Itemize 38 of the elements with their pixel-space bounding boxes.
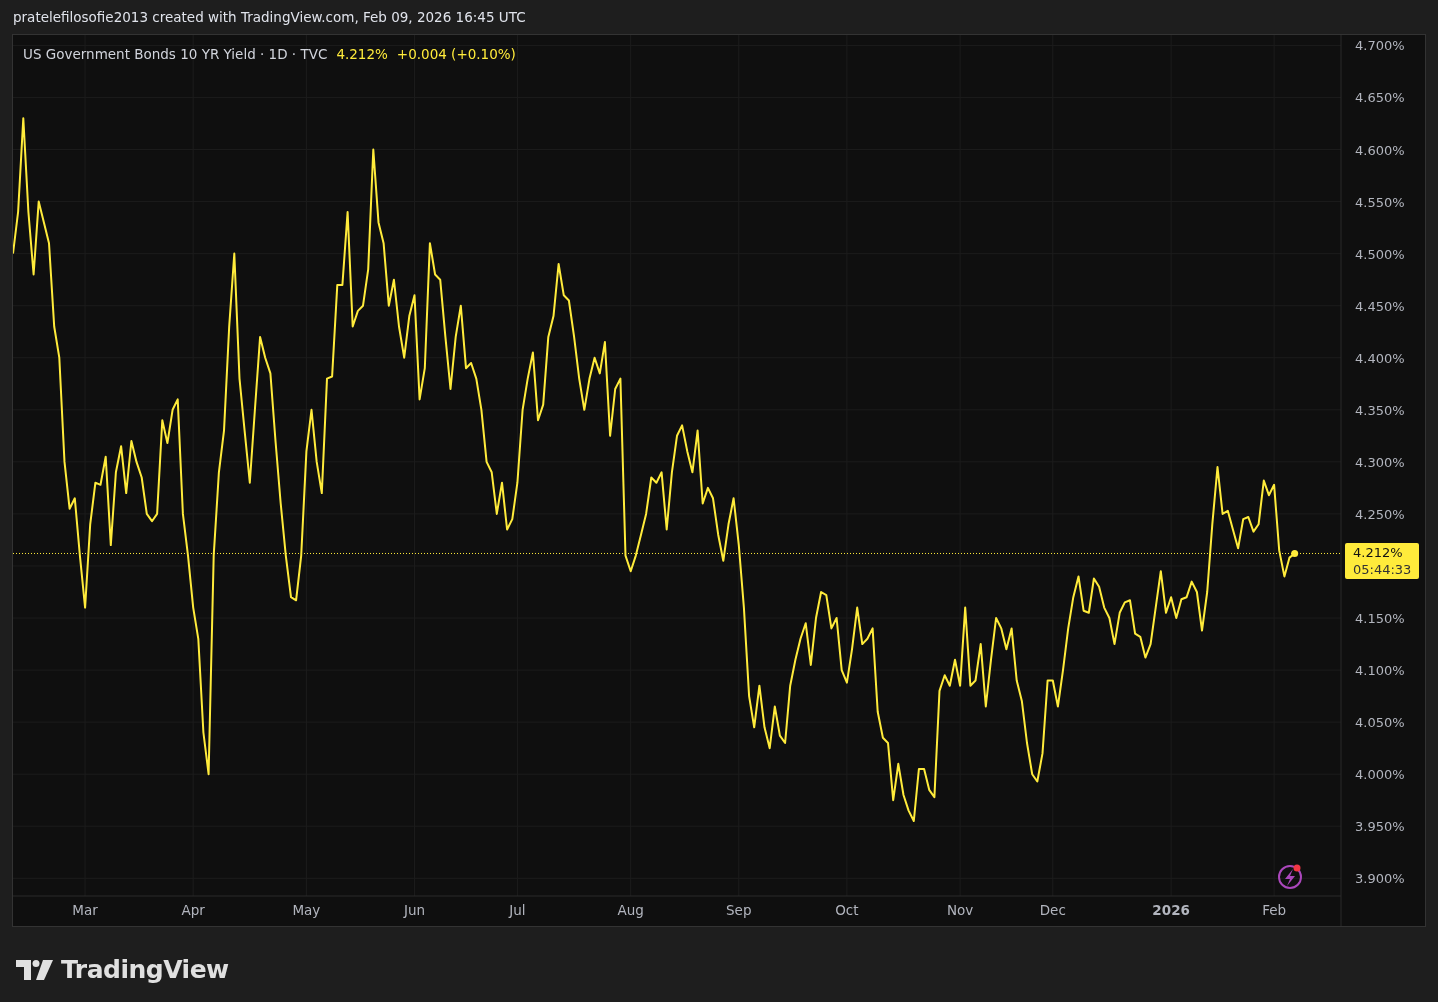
y-axis-label: 4.400% xyxy=(1355,350,1405,366)
y-axis-label: 4.700% xyxy=(1355,38,1405,54)
last-point-marker xyxy=(1291,549,1299,557)
x-axis-label: Nov xyxy=(946,902,974,918)
price-change: +0.004 (+0.10%) xyxy=(396,45,516,64)
y-axis-label: 4.000% xyxy=(1355,767,1405,783)
x-axis-label: Jun xyxy=(403,902,426,918)
y-axis-label: 4.150% xyxy=(1355,611,1405,626)
y-axis-label: 4.250% xyxy=(1355,506,1405,522)
x-axis-label: Dec xyxy=(1039,902,1066,918)
x-axis-label: May xyxy=(292,902,321,918)
last-price-value: 4.212% xyxy=(1353,544,1404,562)
price-value: 4.212% xyxy=(336,45,388,64)
y-axis-label: 4.650% xyxy=(1355,90,1405,106)
x-axis-label: Aug xyxy=(617,902,644,918)
y-axis-label: 3.950% xyxy=(1355,819,1405,835)
y-axis-label: 4.450% xyxy=(1355,298,1405,314)
y-axis-label: 4.350% xyxy=(1355,402,1405,418)
y-axis-label: 4.100% xyxy=(1355,663,1405,679)
y-axis-label: 4.050% xyxy=(1355,715,1405,731)
x-axis-label: Mar xyxy=(72,902,98,918)
x-axis-label: Oct xyxy=(835,902,859,918)
y-axis-label: 4.300% xyxy=(1355,454,1405,470)
x-axis-label: Apr xyxy=(181,902,205,918)
lightning-icon[interactable] xyxy=(1278,864,1302,889)
bar-countdown: 05:44:33 xyxy=(1353,561,1411,579)
x-axis-label: Sep xyxy=(726,902,752,918)
x-axis-label: Feb xyxy=(1262,902,1287,918)
symbol-title: US Government Bonds 10 YR Yield · 1D · TVC xyxy=(23,45,328,64)
header-text: pratelefilosofie2013 created with TradingView.com, Feb 09, 2026 16:45 UTC xyxy=(13,7,526,27)
x-axis-label: 2026 xyxy=(1152,902,1190,918)
y-axis-label: 4.500% xyxy=(1355,246,1405,262)
y-axis-label: 4.550% xyxy=(1355,194,1405,210)
y-axis-label: 3.900% xyxy=(1355,871,1405,887)
logo-text: TradingView xyxy=(61,954,229,986)
y-axis-label: 4.600% xyxy=(1355,142,1405,158)
x-axis-label: Jul xyxy=(509,902,526,918)
tradingview-logo-icon xyxy=(16,959,53,980)
